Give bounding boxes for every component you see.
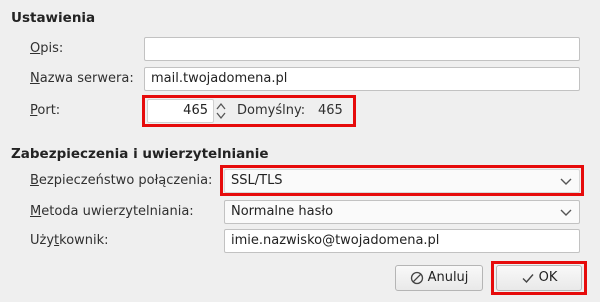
username-input[interactable]: imie.nazwisko@twojadomena.pl bbox=[224, 229, 580, 253]
connection-security-label: Bezpieczeństwo połączenia: bbox=[30, 173, 213, 188]
username-label: Użytkownik: bbox=[30, 233, 109, 248]
ok-highlight-box bbox=[491, 261, 587, 295]
auth-method-label: Metoda uwierzytelniania: bbox=[30, 204, 194, 219]
server-name-input[interactable]: mail.twojadomena.pl bbox=[144, 67, 580, 91]
connection-security-highlight-box bbox=[220, 165, 584, 196]
cancel-button[interactable]: Anuluj bbox=[395, 265, 483, 291]
chevron-down-icon bbox=[560, 209, 572, 216]
description-input[interactable] bbox=[144, 37, 580, 61]
settings-heading: Ustawienia bbox=[11, 10, 96, 26]
port-highlight-box bbox=[142, 95, 356, 127]
security-heading: Zabezpieczenia i uwierzytelnianie bbox=[11, 146, 269, 162]
auth-method-select[interactable]: Normalne hasło bbox=[224, 200, 580, 224]
cancel-icon bbox=[410, 271, 423, 285]
auth-method-value: Normalne hasło bbox=[231, 204, 334, 219]
server-name-label: Nazwa serwera: bbox=[30, 71, 134, 86]
cancel-button-label: Anuluj bbox=[427, 270, 469, 285]
description-label: Opis: bbox=[30, 41, 64, 56]
port-label: Port: bbox=[30, 103, 61, 118]
